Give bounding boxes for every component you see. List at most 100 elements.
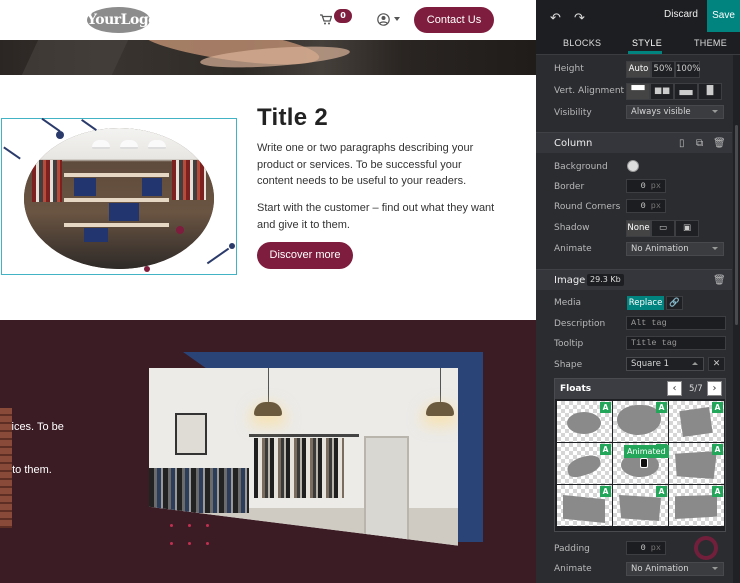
padding-input[interactable]: 0 px — [626, 541, 666, 555]
background-label: Background — [554, 162, 608, 172]
cart-link[interactable]: 0 — [320, 9, 354, 31]
user-menu[interactable] — [377, 12, 405, 28]
shape-option[interactable]: A — [613, 485, 668, 526]
hanging-rail — [249, 434, 359, 437]
shape-select[interactable]: Square 1 — [626, 357, 704, 371]
user-avatar-icon — [377, 13, 390, 26]
color-picker-swatch[interactable] — [627, 160, 639, 172]
padding-unit: px — [650, 543, 661, 553]
animated-badge: A — [712, 486, 723, 497]
remove-shape-icon[interactable]: ✕ — [708, 357, 725, 371]
tab-style[interactable]: STYLE — [632, 38, 662, 48]
shape-picker-header: Floats ‹ 5/7 › — [555, 379, 725, 399]
shape-handle[interactable] — [229, 243, 235, 249]
vert-alignment-label: Vert. Alignment — [554, 86, 625, 96]
pendant-lamp — [254, 402, 282, 416]
link-icon[interactable]: 🔗 — [666, 296, 683, 310]
shape-option[interactable]: A — [613, 401, 668, 442]
site-header: YourLogo 0 Contact Us — [0, 0, 536, 40]
contact-us-button[interactable]: Contact Us — [414, 7, 494, 33]
shadow-none-option[interactable]: None — [626, 220, 651, 237]
tab-blocks[interactable]: BLOCKS — [563, 38, 601, 48]
save-button[interactable]: Save — [707, 0, 740, 32]
prev-page-button[interactable]: ‹ — [667, 381, 682, 396]
site-logo[interactable]: YourLogo — [87, 7, 157, 33]
hero-shade — [21, 40, 129, 75]
loading-ring-icon — [694, 536, 718, 560]
shape-handle[interactable] — [56, 131, 64, 139]
shape-option[interactable]: A — [669, 443, 724, 484]
duplicate-icon[interactable]: ⧉ — [696, 138, 703, 149]
chevron-up-icon — [692, 362, 698, 365]
pendant-lamp — [92, 140, 110, 149]
section-paragraph[interactable]: Write one or two paragraphs describing y… — [257, 140, 497, 190]
panel-scrollbar[interactable] — [733, 55, 740, 583]
media-label: Media — [554, 298, 582, 308]
title-tag-input[interactable]: Title tag — [626, 336, 726, 350]
shadow-outset-icon[interactable]: ▭ — [651, 220, 675, 237]
border-width-input[interactable]: 0 px — [626, 179, 666, 193]
section-paragraph[interactable]: Start with the customer – find out what … — [257, 200, 497, 233]
discard-button[interactable]: Discard — [664, 9, 698, 20]
section-title[interactable]: Title 2 — [257, 104, 328, 132]
align-middle-icon[interactable]: ■■ — [650, 83, 674, 100]
shape-handle[interactable] — [176, 226, 184, 234]
border-unit: px — [650, 181, 661, 191]
height-100-option[interactable]: 100% — [675, 61, 700, 78]
animated-badge: A — [712, 402, 723, 413]
animated-badge: A — [600, 444, 611, 455]
clothing-rack — [172, 160, 206, 200]
next-page-button[interactable]: › — [707, 381, 722, 396]
animated-badge: A — [600, 486, 611, 497]
section-text-partial[interactable]: t to them. — [6, 464, 52, 476]
replace-image-button[interactable]: Replace — [627, 296, 664, 310]
discover-more-button[interactable]: Discover more — [257, 242, 353, 269]
column-animate-select[interactable]: No Animation — [626, 242, 724, 256]
column-section-title: Column — [554, 138, 593, 149]
alt-tag-input[interactable]: Alt tag — [626, 316, 726, 330]
mobile-icon[interactable]: ▯ — [679, 138, 685, 149]
shelf — [64, 198, 169, 202]
column-animate-label: Animate — [554, 244, 592, 254]
website-canvas[interactable]: YourLogo 0 Contact Us Title 2 Write one … — [0, 0, 536, 583]
store-photo[interactable] — [149, 368, 458, 546]
round-corners-value: 0 — [640, 201, 646, 211]
shelf — [64, 173, 169, 177]
round-corners-unit: px — [650, 201, 661, 211]
shape-option[interactable]: A — [669, 485, 724, 526]
folded-clothes — [109, 203, 139, 221]
visibility-select[interactable]: Always visible — [626, 105, 724, 119]
shape-category-title: Floats — [560, 384, 592, 394]
round-corners-input[interactable]: 0 px — [626, 199, 666, 213]
shop-image[interactable] — [24, 128, 214, 269]
height-50-option[interactable]: 50% — [651, 61, 675, 78]
shape-handle[interactable] — [144, 266, 150, 272]
align-top-icon[interactable]: ▀▀ — [626, 83, 650, 100]
shape-option[interactable]: A — [557, 443, 612, 484]
animated-badge: A — [600, 402, 611, 413]
folded-clothes — [84, 228, 108, 242]
visibility-label: Visibility — [554, 108, 592, 118]
editor-tabs: BLOCKS STYLE THEME — [536, 32, 740, 55]
redo-icon[interactable]: ↷ — [574, 10, 585, 26]
shadow-inset-icon[interactable]: ▣ — [675, 220, 699, 237]
folded-clothes — [74, 178, 96, 196]
scrollbar-thumb[interactable] — [735, 125, 738, 325]
section-text-partial[interactable]: vices. To be — [6, 421, 64, 433]
animated-badge: A — [656, 486, 667, 497]
shape-label: Shape — [554, 360, 583, 370]
shape-option[interactable]: A — [557, 485, 612, 526]
shape-option[interactable]: A — [669, 401, 724, 442]
lamp-cord — [440, 368, 441, 402]
height-auto-option[interactable]: Auto — [626, 61, 651, 78]
align-bottom-icon[interactable]: ▄▄ — [674, 83, 698, 100]
shape-option[interactable]: A — [557, 401, 612, 442]
lamp-cord — [268, 368, 269, 402]
trash-icon[interactable]: 🗑 — [713, 138, 726, 149]
undo-icon[interactable]: ↶ — [550, 10, 561, 26]
align-stretch-icon[interactable]: █ — [698, 83, 722, 100]
trash-icon[interactable]: 🗑 — [713, 275, 726, 286]
image-animate-select[interactable]: No Animation — [626, 562, 724, 576]
hero-image-strip[interactable] — [0, 40, 536, 75]
tab-theme[interactable]: THEME — [694, 38, 727, 48]
